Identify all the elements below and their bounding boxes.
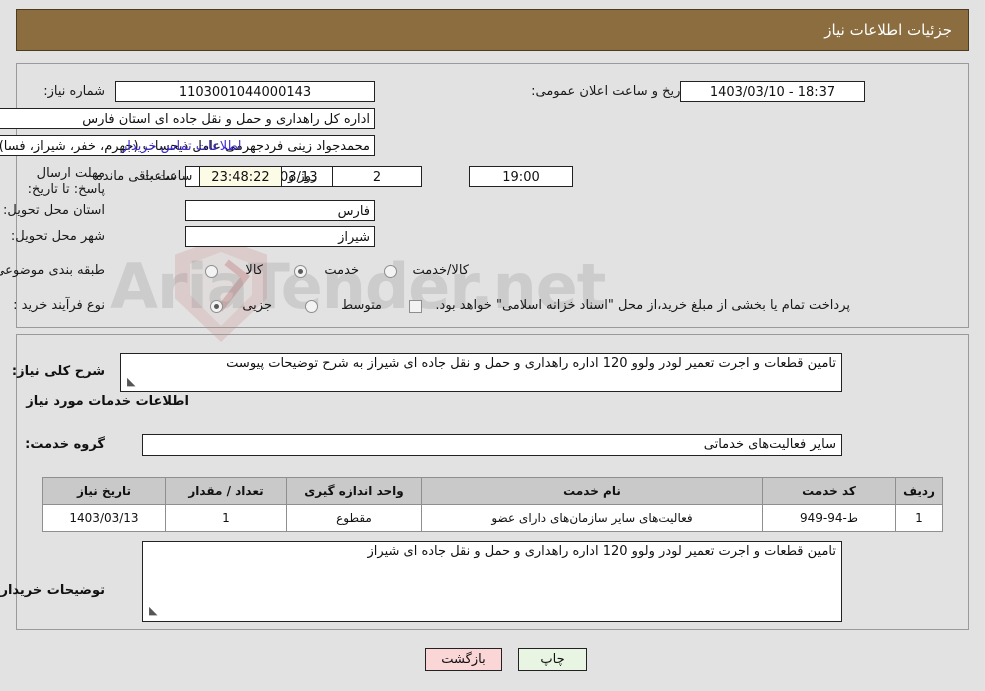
classification-label: طبقه بندی موضوعی: bbox=[0, 263, 105, 278]
table-header-need-date: تاریخ نیاز bbox=[42, 477, 166, 505]
need-summary-label: شرح کلی نیاز: bbox=[11, 364, 105, 379]
deadline-label: مهلت ارسال پاسخ: تا تاریخ: bbox=[27, 166, 105, 197]
table-header-unit: واحد اندازه گیری bbox=[286, 477, 422, 505]
announce-datetime-value[interactable]: 1403/03/10 - 18:37 bbox=[680, 81, 865, 102]
deadline-days-suffix: روز و bbox=[288, 169, 318, 184]
delivery-city-value[interactable]: شیراز bbox=[185, 226, 375, 247]
table-header-service-code: کد خدمت bbox=[762, 477, 896, 505]
cell-row-no: 1 bbox=[895, 504, 943, 532]
buyer-org-value[interactable]: اداره کل راهداری و حمل و نقل جاده ای است… bbox=[0, 108, 375, 129]
classification-radio-khedmat[interactable] bbox=[294, 265, 307, 278]
table-row: 1 ط-94-949 فعالیت‌های سایر سازمان‌های دا… bbox=[42, 504, 943, 532]
purchase-process-label-motavaset: متوسط bbox=[341, 298, 382, 313]
cell-quantity: 1 bbox=[165, 504, 287, 532]
purchase-process-label-jozii: جزیی bbox=[242, 298, 272, 313]
deadline-days-value[interactable]: 2 bbox=[332, 166, 422, 187]
service-group-value[interactable]: سایر فعالیت‌های خدماتی bbox=[142, 434, 842, 456]
classification-radio-kala-khedmat[interactable] bbox=[384, 265, 397, 278]
purchase-process-label: نوع فرآیند خرید : bbox=[13, 298, 105, 313]
back-button[interactable]: بازگشت bbox=[425, 648, 502, 671]
delivery-city-label: شهر محل تحویل: bbox=[10, 229, 105, 244]
treasury-bonds-checkbox[interactable] bbox=[409, 300, 422, 313]
classification-label-kala-khedmat: کالا/خدمت bbox=[412, 263, 469, 278]
need-summary-resize-grip[interactable]: ◢ bbox=[127, 375, 135, 388]
need-info-panel bbox=[16, 63, 969, 328]
buyer-notes-value[interactable]: تامین قطعات و اجرت تعمیر لودر ولوو 120 ا… bbox=[142, 541, 842, 622]
cell-service-code: ط-94-949 bbox=[762, 504, 896, 532]
deadline-hour-value[interactable]: 19:00 bbox=[469, 166, 573, 187]
buyer-notes-resize-grip[interactable]: ◢ bbox=[149, 604, 157, 617]
classification-radio-kala[interactable] bbox=[205, 265, 218, 278]
table-header-row-no: ردیف bbox=[895, 477, 943, 505]
print-button[interactable]: چاپ bbox=[518, 648, 587, 671]
announce-datetime-label: تاریخ و ساعت اعلان عمومی: bbox=[531, 84, 688, 99]
classification-label-kala: کالا bbox=[245, 263, 263, 278]
purchase-process-radio-jozii[interactable] bbox=[210, 300, 223, 313]
cell-need-date: 1403/03/13 bbox=[42, 504, 166, 532]
purchase-process-radio-motavaset[interactable] bbox=[305, 300, 318, 313]
table-header-service-name: نام خدمت bbox=[421, 477, 763, 505]
table-header-quantity: تعداد / مقدار bbox=[165, 477, 287, 505]
treasury-bonds-text: پرداخت تمام یا بخشی از مبلغ خرید،از محل … bbox=[435, 298, 850, 313]
need-number-value[interactable]: 1103001044000143 bbox=[115, 81, 375, 102]
classification-label-khedmat: خدمت bbox=[324, 263, 359, 278]
services-section-title: اطلاعات خدمات مورد نیاز bbox=[26, 394, 189, 409]
page-root: AriaTender.net جزئیات اطلاعات نیاز شماره… bbox=[0, 0, 985, 691]
table-header-row: ردیف کد خدمت نام خدمت واحد اندازه گیری ت… bbox=[42, 477, 943, 505]
buyer-notes-label: توضیحات خریدار: bbox=[0, 583, 105, 598]
services-table: ردیف کد خدمت نام خدمت واحد اندازه گیری ت… bbox=[42, 477, 943, 532]
delivery-province-label: استان محل تحویل: bbox=[3, 203, 105, 218]
deadline-countdown-suffix: ساعت باقی مانده bbox=[96, 169, 193, 184]
need-summary-value[interactable]: تامین قطعات و اجرت تعمیر لودر ولوو 120 ا… bbox=[120, 353, 842, 392]
deadline-countdown-value: 23:48:22 bbox=[199, 166, 282, 187]
need-number-label: شماره نیاز: bbox=[43, 84, 105, 99]
cell-service-name: فعالیت‌های سایر سازمان‌های دارای عضو bbox=[421, 504, 763, 532]
cell-unit: مقطوع bbox=[286, 504, 422, 532]
page-title: جزئیات اطلاعات نیاز bbox=[824, 21, 952, 39]
buyer-contact-link[interactable]: اطلاعات تماس خریدار bbox=[121, 139, 241, 154]
page-header-bar: جزئیات اطلاعات نیاز bbox=[16, 9, 969, 51]
service-group-label: گروه خدمت: bbox=[25, 437, 105, 452]
delivery-province-value[interactable]: فارس bbox=[185, 200, 375, 221]
